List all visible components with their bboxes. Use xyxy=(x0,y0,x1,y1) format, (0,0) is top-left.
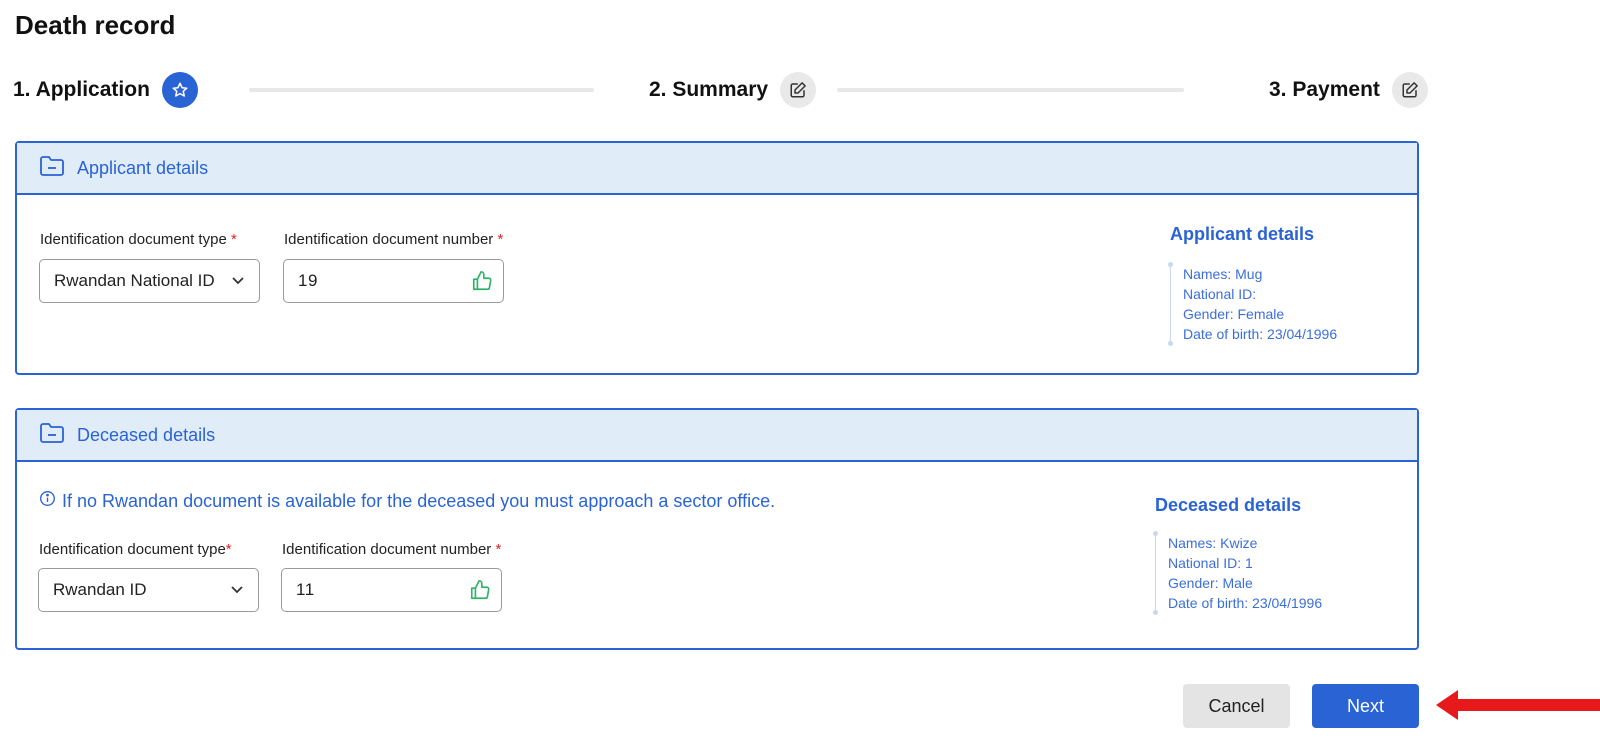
summary-gender: Gender: Male xyxy=(1168,575,1253,591)
step-summary[interactable]: 2. Summary xyxy=(649,72,817,108)
info-text: If no Rwandan document is available for … xyxy=(62,490,776,511)
deceased-summary: Deceased details Names: Kwize National I… xyxy=(1153,495,1322,615)
deceased-panel-header[interactable]: Deceased details xyxy=(17,410,1417,462)
deceased-doc-number-field: Identification document number * xyxy=(282,541,501,558)
edit-icon xyxy=(1391,72,1428,108)
folder-minus-icon xyxy=(39,154,65,183)
step-payment[interactable]: 3. Payment xyxy=(1269,72,1428,108)
select-value: Rwandan National ID xyxy=(54,271,215,290)
step-label: 2. Summary xyxy=(649,78,769,101)
cancel-button[interactable]: Cancel xyxy=(1183,684,1290,728)
red-arrow-annotation-icon xyxy=(1436,688,1600,727)
applicant-doc-type-field: Identification document type * xyxy=(40,231,237,248)
summary-list: Names: Kwize National ID: 1 Gender: Male… xyxy=(1153,531,1323,615)
folder-minus-icon xyxy=(39,421,65,450)
page-title: Death record xyxy=(15,10,176,40)
summary-names: Names: Mug xyxy=(1183,266,1263,282)
step-label: 3. Payment xyxy=(1269,78,1380,101)
star-icon xyxy=(161,72,198,108)
select-value: Rwandan ID xyxy=(53,580,147,599)
step-label: 1. Application xyxy=(13,78,150,101)
deceased-panel: Deceased details If no Rwandan document … xyxy=(15,408,1419,650)
chevron-down-icon xyxy=(231,272,245,290)
summary-dob: Date of birth: 23/04/1996 xyxy=(1168,595,1323,611)
deceased-info-message: If no Rwandan document is available for … xyxy=(39,490,775,512)
edit-icon xyxy=(780,72,817,108)
deceased-doc-type-select[interactable]: Rwandan ID xyxy=(38,568,259,612)
summary-gender: Gender: Female xyxy=(1183,306,1285,322)
panel-title: Deceased details xyxy=(77,424,216,445)
applicant-panel: Applicant details Identification documen… xyxy=(15,141,1419,375)
step-application[interactable]: 1. Application xyxy=(13,72,198,108)
input-value: 11 xyxy=(296,580,370,599)
field-label: Identification document number * xyxy=(282,541,502,558)
summary-names: Names: Kwize xyxy=(1168,535,1258,551)
step-connector xyxy=(837,88,1184,92)
summary-national-id: National ID: 1 xyxy=(1168,555,1253,571)
field-label: Identification document type * xyxy=(40,231,237,248)
applicant-doc-number-input[interactable]: 19 xyxy=(283,259,504,303)
info-icon xyxy=(39,490,56,512)
next-button[interactable]: Next xyxy=(1312,684,1419,728)
applicant-panel-header[interactable]: Applicant details xyxy=(17,143,1417,195)
input-value: 19 xyxy=(298,271,373,290)
applicant-summary: Applicant details Names: Mug National ID… xyxy=(1168,224,1337,346)
chevron-down-icon xyxy=(230,581,244,599)
thumbs-up-icon xyxy=(471,270,493,297)
summary-title: Applicant details xyxy=(1170,224,1315,244)
applicant-doc-number-field: Identification document number * xyxy=(284,231,503,248)
step-connector xyxy=(249,88,594,92)
field-label: Identification document number * xyxy=(284,231,504,248)
applicant-doc-type-select[interactable]: Rwandan National ID xyxy=(39,259,260,303)
panel-title: Applicant details xyxy=(77,157,209,178)
summary-title: Deceased details xyxy=(1155,495,1302,515)
summary-national-id: National ID: xyxy=(1183,286,1257,302)
thumbs-up-icon xyxy=(469,579,491,606)
summary-dob: Date of birth: 23/04/1996 xyxy=(1183,326,1338,342)
deceased-doc-type-field: Identification document type* xyxy=(39,541,232,558)
field-label: Identification document type* xyxy=(39,541,232,558)
deceased-doc-number-input[interactable]: 11 xyxy=(281,568,502,612)
summary-list: Names: Mug National ID: Gender: Female D… xyxy=(1168,262,1338,346)
